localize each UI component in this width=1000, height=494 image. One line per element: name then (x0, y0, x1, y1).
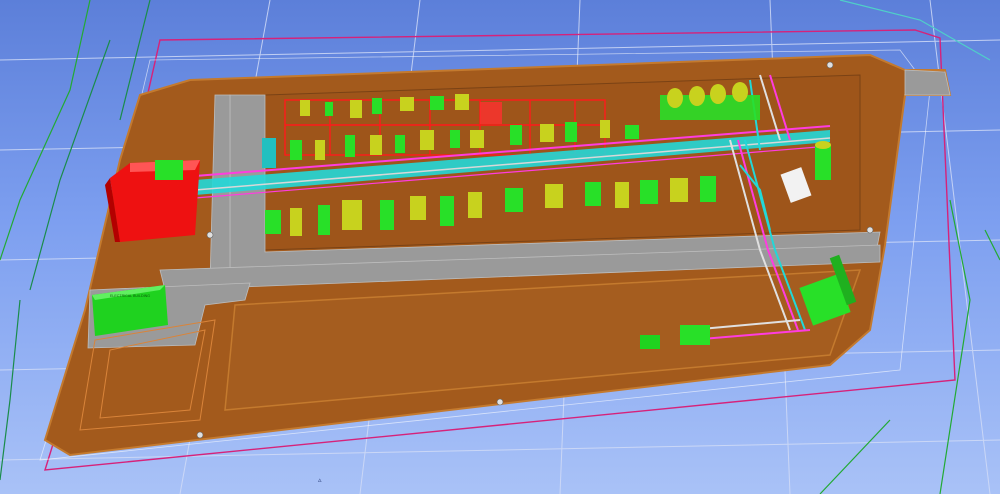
3d-model-viewport[interactable]: ELECTRICAL BUILDING ▵ (0, 0, 1000, 494)
green-cabinet (155, 160, 183, 180)
process-column (815, 141, 831, 180)
red-frame-block (480, 102, 502, 124)
electrical-building-label: ELECTRICAL BUILDING (110, 294, 150, 298)
teal-building (262, 138, 276, 168)
axis-marker: ▵ (318, 476, 322, 484)
main-building (105, 160, 200, 242)
plant-model-scene[interactable]: ELECTRICAL BUILDING (0, 0, 1000, 494)
